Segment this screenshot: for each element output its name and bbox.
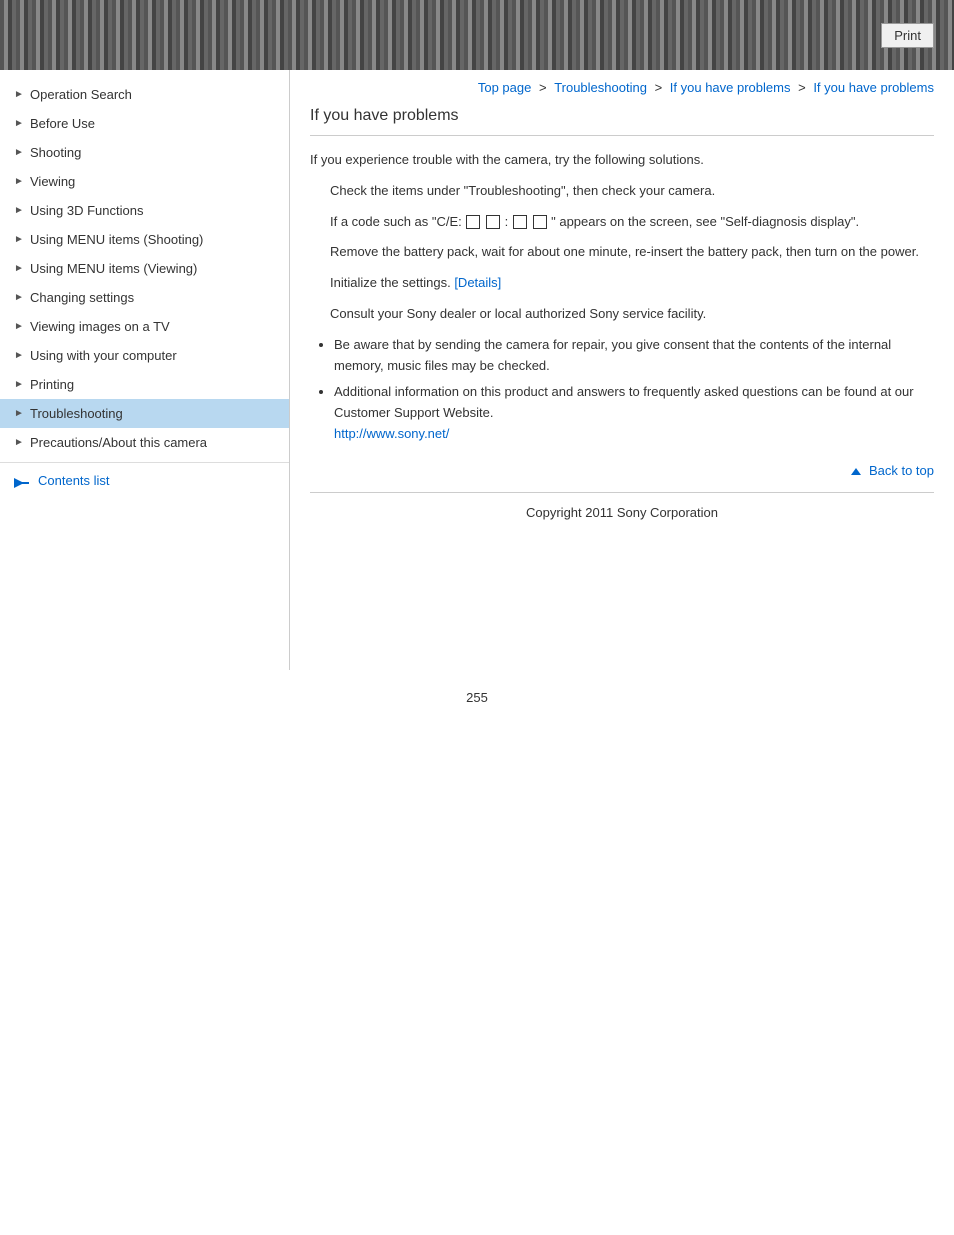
intro-text: If you experience trouble with the camer… [310,150,934,171]
sidebar-item-viewing-tv[interactable]: ► Viewing images on a TV [0,312,289,341]
arrow-right-icon [14,476,30,486]
sidebar-item-troubleshooting[interactable]: ► Troubleshooting [0,399,289,428]
arrow-icon: ► [14,437,24,448]
sidebar-item-label: Operation Search [30,87,132,102]
sidebar-item-shooting[interactable]: ► Shooting [0,138,289,167]
separator [310,492,934,493]
details-link[interactable]: [Details] [454,275,501,290]
sidebar-item-printing[interactable]: ► Printing [0,370,289,399]
consult-text: Consult your Sony dealer or local author… [330,304,934,325]
sidebar-item-label: Troubleshooting [30,406,123,421]
copyright-text: Copyright 2011 Sony Corporation [310,503,934,524]
sidebar-item-using-computer[interactable]: ► Using with your computer [0,341,289,370]
code-box4 [533,215,547,229]
breadcrumb: Top page > Troubleshooting > If you have… [310,80,934,95]
triangle-up-icon [851,468,861,475]
sidebar-item-label: Before Use [30,116,95,131]
sidebar-item-menu-viewing[interactable]: ► Using MENU items (Viewing) [0,254,289,283]
breadcrumb-sep3: > [798,80,809,95]
sidebar-item-label: Using with your computer [30,348,177,363]
code-text: If a code such as "C/E: : " appears on t… [330,212,934,233]
sidebar-item-label: Using 3D Functions [30,203,143,218]
initialize-block: Initialize the settings. [Details] [330,273,934,294]
bullet2-text: Additional information on this product a… [334,384,914,420]
content-area: Top page > Troubleshooting > If you have… [290,70,954,670]
bullet-item-2: Additional information on this product a… [334,382,934,444]
print-button[interactable]: Print [881,23,934,48]
sidebar-item-label: Shooting [30,145,81,160]
code-box1 [466,215,480,229]
arrow-icon: ► [14,147,24,158]
back-to-top-link[interactable]: Back to top [851,463,934,478]
arrow-icon: ► [14,292,24,303]
contents-list-label: Contents list [38,473,110,488]
sidebar-item-label: Changing settings [30,290,134,305]
sidebar-item-label: Precautions/About this camera [30,435,207,450]
content-body: If you experience trouble with the camer… [310,150,934,523]
bullet-item-1: Be aware that by sending the camera for … [334,335,934,377]
breadcrumb-if-problems-link[interactable]: If you have problems [670,80,791,95]
page-title: If you have problems [310,107,934,136]
arrow-icon: ► [14,379,24,390]
arrow-icon: ► [14,350,24,361]
sidebar-item-changing-settings[interactable]: ► Changing settings [0,283,289,312]
bullet-list: Be aware that by sending the camera for … [334,335,934,445]
consult-block: Consult your Sony dealer or local author… [330,304,934,325]
code-suffix: " appears on the screen, see "Self-diagn… [548,214,860,229]
arrow-icon: ► [14,234,24,245]
arrow-icon: ► [14,263,24,274]
sidebar: ► Operation Search ► Before Use ► Shooti… [0,70,290,670]
sidebar-footer: Contents list [0,462,289,498]
sidebar-item-viewing[interactable]: ► Viewing [0,167,289,196]
sidebar-item-label: Using MENU items (Viewing) [30,261,197,276]
sidebar-item-precautions[interactable]: ► Precautions/About this camera [0,428,289,457]
sidebar-item-label: Using MENU items (Shooting) [30,232,203,247]
check-troubleshooting-text: Check the items under "Troubleshooting",… [330,181,934,202]
sidebar-item-3d-functions[interactable]: ► Using 3D Functions [0,196,289,225]
arrow-icon: ► [14,89,24,100]
sidebar-item-before-use[interactable]: ► Before Use [0,109,289,138]
arrow-icon: ► [14,205,24,216]
page-number: 255 [0,690,954,725]
initialize-label: Initialize the settings. [330,275,451,290]
arrow-icon: ► [14,118,24,129]
main-container: ► Operation Search ► Before Use ► Shooti… [0,70,954,670]
contents-list-link[interactable]: Contents list [14,473,279,488]
breadcrumb-troubleshooting-link[interactable]: Troubleshooting [554,80,647,95]
breadcrumb-sep1: > [539,80,550,95]
sidebar-item-operation-search[interactable]: ► Operation Search [0,80,289,109]
breadcrumb-current-link[interactable]: If you have problems [813,80,934,95]
code-prefix: If a code such as "C/E: [330,214,465,229]
header-bar: Print [0,0,954,70]
back-to-top-label: Back to top [869,463,934,478]
sidebar-item-label: Viewing [30,174,75,189]
back-to-top[interactable]: Back to top [310,461,934,482]
arrow-icon: ► [14,321,24,332]
sidebar-item-label: Viewing images on a TV [30,319,170,334]
arrow-icon: ► [14,176,24,187]
code-box3 [513,215,527,229]
sidebar-item-menu-shooting[interactable]: ► Using MENU items (Shooting) [0,225,289,254]
breadcrumb-top-link[interactable]: Top page [478,80,532,95]
remove-battery-block: Remove the battery pack, wait for about … [330,242,934,263]
initialize-text: Initialize the settings. [Details] [330,273,934,294]
code-colon: : [501,214,512,229]
code-box2 [486,215,500,229]
sidebar-item-label: Printing [30,377,74,392]
check-troubleshooting-block: Check the items under "Troubleshooting",… [330,181,934,233]
sony-url-link[interactable]: http://www.sony.net/ [334,426,449,441]
arrow-icon: ► [14,408,24,419]
breadcrumb-sep2: > [655,80,666,95]
remove-battery-text: Remove the battery pack, wait for about … [330,242,934,263]
